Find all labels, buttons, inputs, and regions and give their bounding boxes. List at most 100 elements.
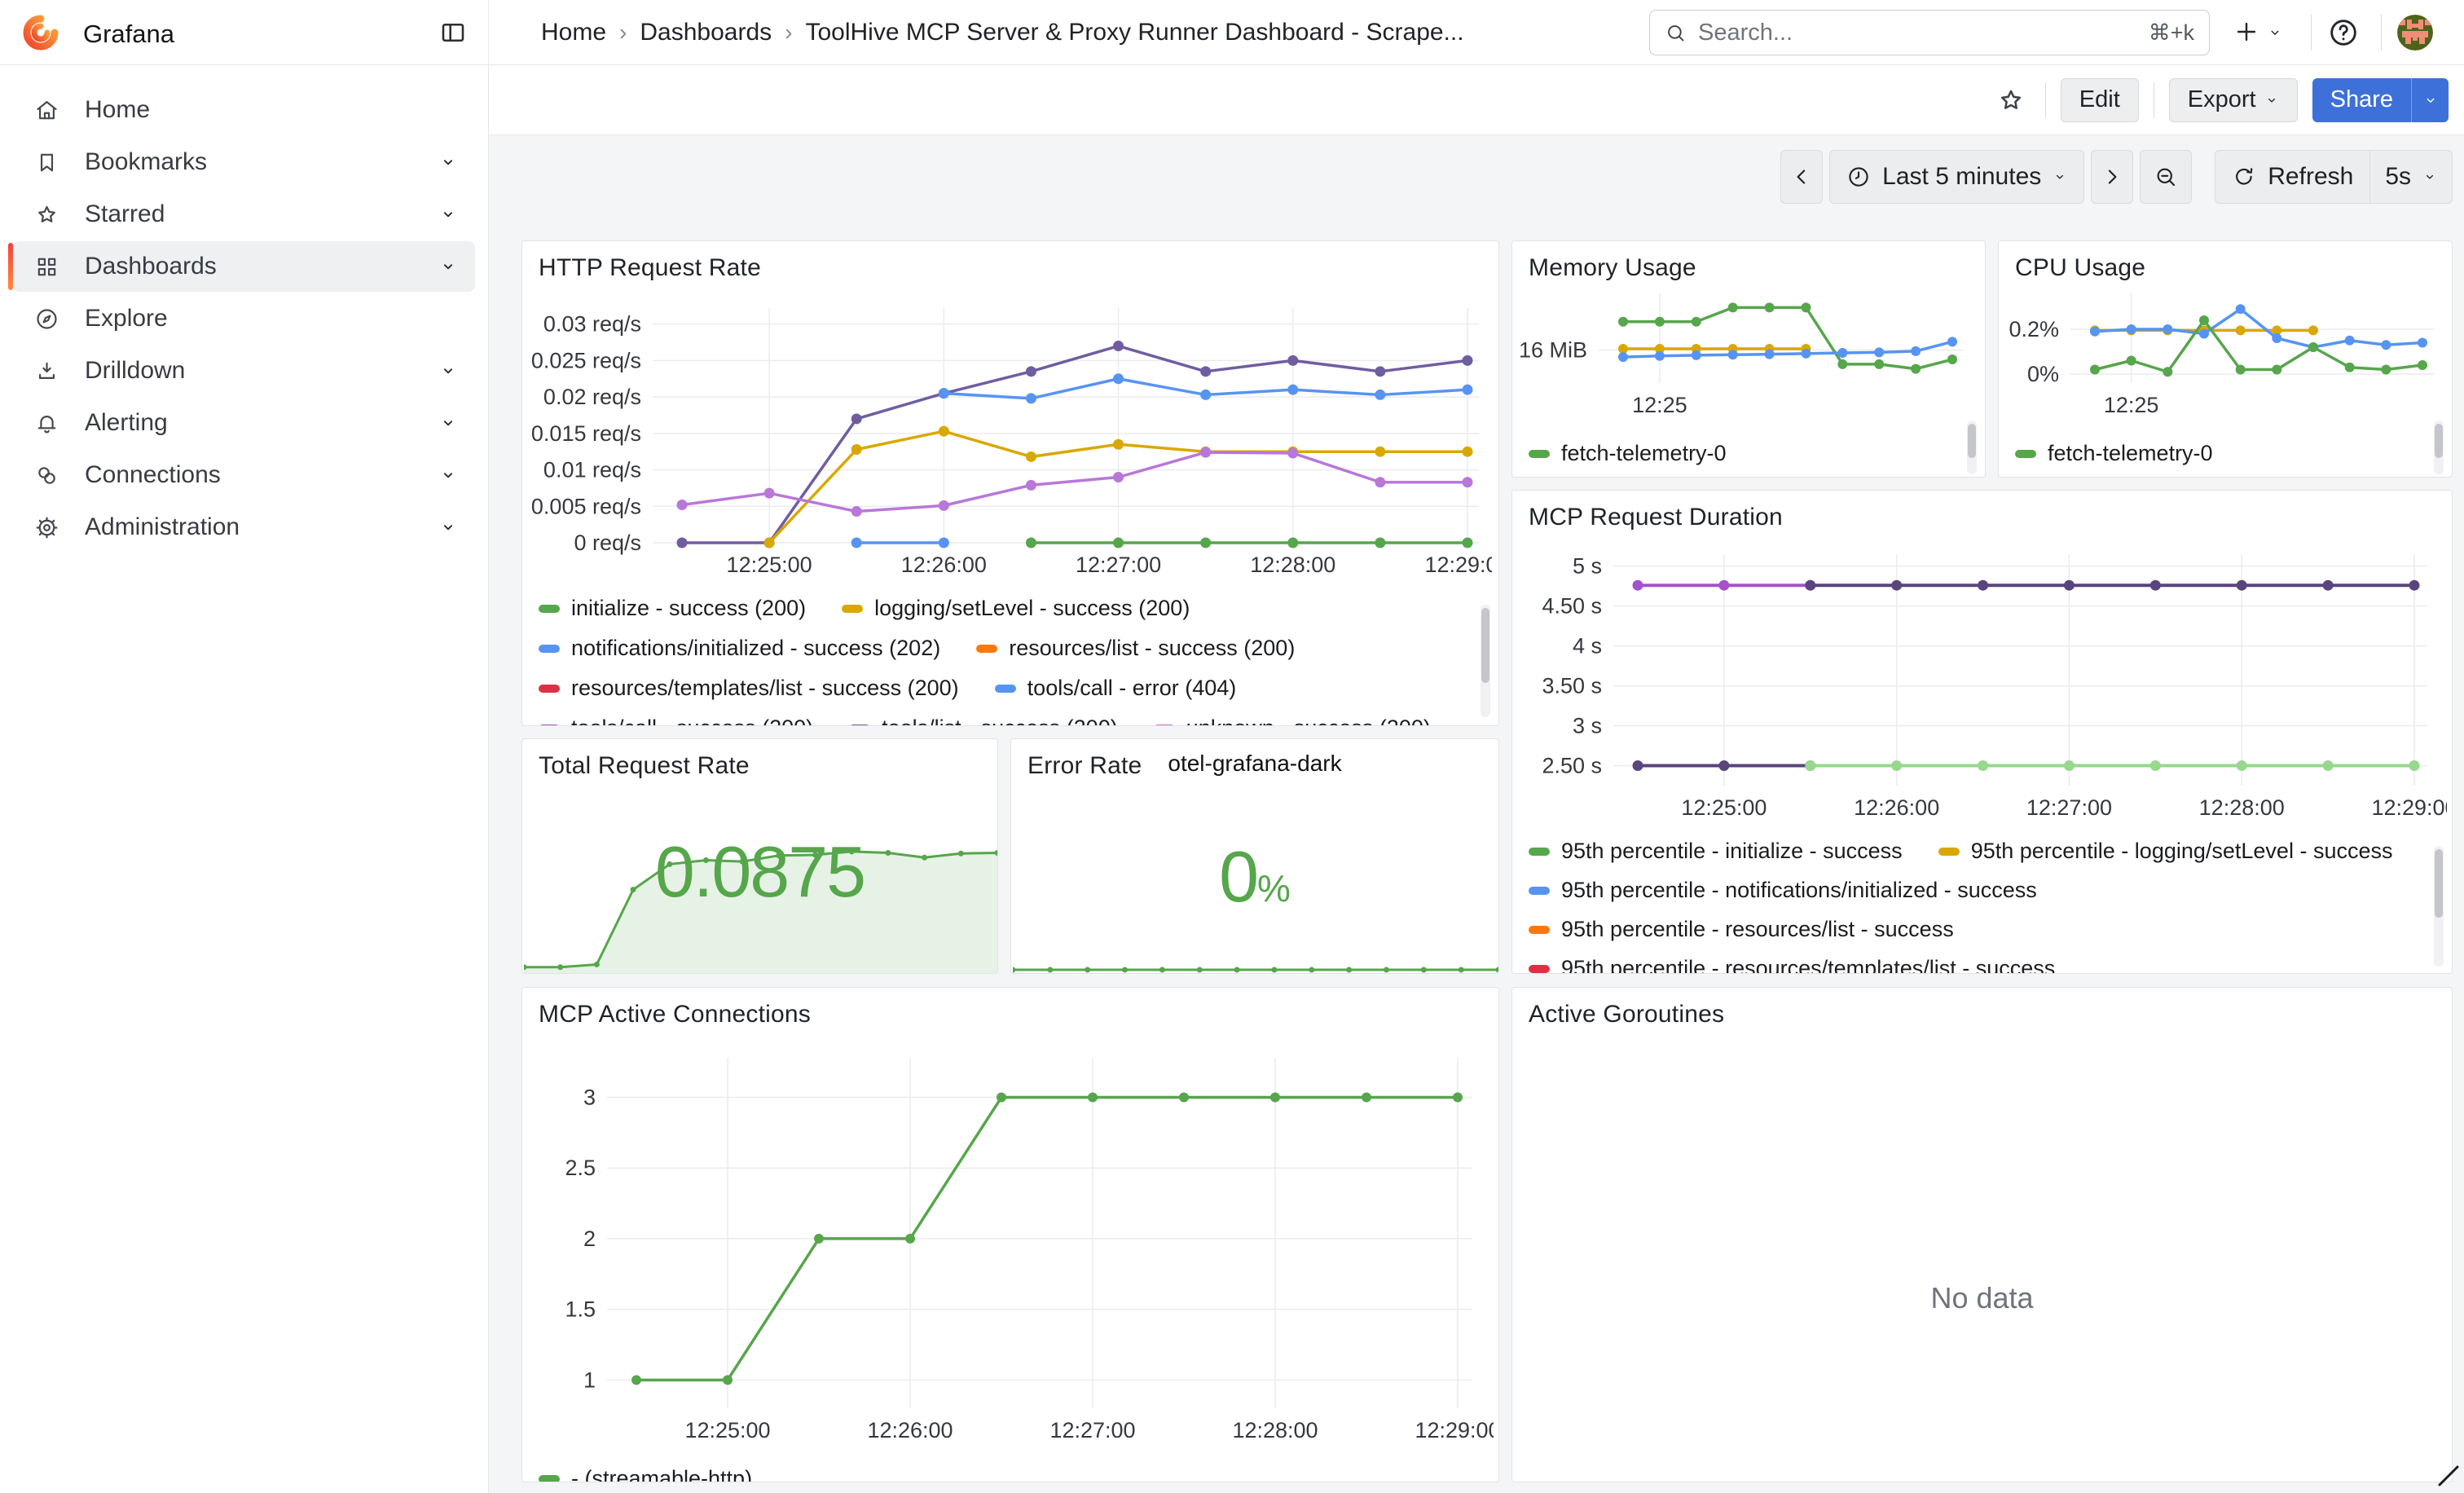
- legend-label: notifications/initialized - success (202…: [571, 636, 940, 661]
- legend-item[interactable]: 95th percentile - resources/templates/li…: [1529, 956, 2055, 974]
- legend-item[interactable]: tools/list - success (200): [849, 716, 1118, 726]
- legend-scrollbar-thumb[interactable]: [1481, 608, 1489, 683]
- sidebar-item-alerting[interactable]: Alerting: [13, 398, 475, 448]
- search-box[interactable]: ⌘+k: [1649, 10, 2210, 55]
- legend-scrollbar-thumb[interactable]: [2435, 849, 2443, 918]
- breadcrumb-item[interactable]: ToolHive MCP Server & Proxy Runner Dashb…: [805, 19, 1463, 46]
- chevron-down-icon[interactable]: [439, 153, 457, 171]
- legend-item[interactable]: 95th percentile - resources/list - succe…: [1529, 917, 1954, 942]
- legend-item[interactable]: tools/call - success (200): [539, 716, 813, 726]
- panel-http-request-rate: HTTP Request Rate 12:25:0012:26:0012:27:…: [521, 240, 1499, 726]
- sidebar-item-label: Drilldown: [85, 357, 185, 385]
- svg-text:12:27:00: 12:27:00: [1049, 1418, 1135, 1442]
- export-button[interactable]: Export: [2169, 78, 2298, 122]
- sidebar-item-connections[interactable]: Connections: [13, 450, 475, 500]
- share-chevron-segment[interactable]: [2411, 78, 2449, 122]
- dock-sidebar-icon[interactable]: [438, 18, 468, 47]
- memory-usage-chart[interactable]: 12:2516 MiB: [1517, 284, 1978, 414]
- legend-item[interactable]: initialize - success (200): [539, 597, 806, 621]
- add-chevron-down-icon[interactable]: [2267, 24, 2283, 41]
- time-back-button[interactable]: [1780, 150, 1823, 204]
- search-shortcut: ⌘+k: [2149, 20, 2194, 46]
- sidebar-item-home[interactable]: Home: [13, 85, 475, 135]
- legend-item[interactable]: 95th percentile - notifications/initiali…: [1529, 878, 2037, 903]
- zoom-out-button[interactable]: [2140, 150, 2192, 204]
- legend-item[interactable]: tools/call - error (404): [995, 676, 1237, 701]
- help-icon[interactable]: [2327, 16, 2360, 49]
- time-range-picker[interactable]: Last 5 minutes: [1829, 150, 2084, 204]
- svg-text:12:29:00: 12:29:00: [1415, 1418, 1494, 1442]
- panel-title[interactable]: CPU Usage: [2015, 254, 2145, 282]
- sidebar-item-administration[interactable]: Administration: [13, 502, 475, 553]
- refresh-group: Refresh 5s: [2215, 150, 2453, 204]
- header-divider: [2311, 15, 2312, 51]
- add-icon[interactable]: [2233, 18, 2260, 46]
- svg-text:5 s: 5 s: [1573, 554, 1602, 579]
- refresh-button[interactable]: Refresh: [2215, 150, 2370, 204]
- mcp-request-duration-chart[interactable]: 12:25:0012:26:0012:27:0012:28:0012:29:00…: [1519, 536, 2447, 826]
- legend-item[interactable]: resources/list - success (200): [976, 636, 1295, 661]
- user-avatar[interactable]: [2397, 15, 2433, 51]
- legend-scrollbar-thumb[interactable]: [1968, 424, 1976, 458]
- legend-label: resources/templates/list - success (200): [571, 676, 959, 701]
- legend-label: tools/list - success (200): [882, 716, 1118, 726]
- total-request-rate-value: 0.0875: [522, 830, 997, 914]
- panel-title[interactable]: MCP Request Duration: [1529, 504, 1783, 531]
- chevron-down-icon[interactable]: [439, 258, 457, 275]
- chevron-down-icon[interactable]: [439, 362, 457, 380]
- sidebar-item-label: Bookmarks: [85, 148, 207, 176]
- svg-text:12:26:00: 12:26:00: [1854, 795, 1939, 820]
- error-rate-sparkline[interactable]: [1013, 941, 1498, 973]
- sidebar-item-starred[interactable]: Starred: [13, 189, 475, 240]
- grafana-logo-icon[interactable]: [21, 13, 60, 52]
- legend-item[interactable]: 95th percentile - initialize - success: [1529, 839, 1903, 864]
- legend-swatch: [842, 605, 863, 613]
- legend-scrollbar-thumb[interactable]: [2435, 424, 2443, 458]
- sidebar-nav: Home Bookmarks StarredDashboardsExplore Dri…: [0, 65, 489, 1493]
- panel-title[interactable]: Active Goroutines: [1529, 1001, 1724, 1028]
- panel-title[interactable]: MCP Active Connections: [539, 1001, 811, 1028]
- legend-item[interactable]: fetch-telemetry-0: [2015, 442, 2213, 466]
- bell-icon: [34, 411, 59, 436]
- sidebar-item-dashboards[interactable]: Dashboards: [13, 241, 475, 292]
- no-data-message: No data: [1512, 1281, 2452, 1315]
- chevron-down-icon[interactable]: [439, 518, 457, 536]
- svg-text:0.03 req/s: 0.03 req/s: [543, 312, 641, 337]
- svg-text:1: 1: [583, 1367, 596, 1392]
- panel-title[interactable]: Total Request Rate: [539, 752, 750, 780]
- chevron-down-icon[interactable]: [439, 466, 457, 484]
- legend-item[interactable]: notifications/initialized - success (202…: [539, 636, 940, 661]
- panel-title[interactable]: Memory Usage: [1529, 254, 1696, 282]
- legend-item[interactable]: - (streamable-http): [539, 1467, 752, 1482]
- legend-item[interactable]: unknown - success (200): [1154, 716, 1431, 726]
- sidebar-item-bookmarks[interactable]: Bookmarks: [13, 137, 475, 187]
- time-forward-button[interactable]: [2091, 150, 2133, 204]
- breadcrumb-item[interactable]: Dashboards: [640, 19, 772, 46]
- chevron-left-icon: [1789, 165, 1814, 189]
- chevron-down-icon[interactable]: [439, 414, 457, 432]
- svg-text:12:26:00: 12:26:00: [901, 553, 987, 577]
- legend-item[interactable]: logging/setLevel - success (200): [842, 597, 1190, 621]
- sidebar-item-explore[interactable]: Explore: [13, 293, 475, 344]
- panel-title[interactable]: HTTP Request Rate: [539, 254, 761, 282]
- legend-item[interactable]: 95th percentile - logging/setLevel - suc…: [1938, 839, 2393, 864]
- panel-resize-handle[interactable]: [2435, 1462, 2461, 1488]
- panel-memory-usage: Memory Usage 12:2516 MiB fetch-telemetry…: [1511, 240, 1986, 478]
- share-button[interactable]: Share: [2312, 78, 2449, 122]
- search-input[interactable]: [1698, 20, 2137, 46]
- legend-item[interactable]: fetch-telemetry-0: [1529, 442, 1727, 466]
- sidebar-item-drilldown[interactable]: Drilldown: [13, 346, 475, 396]
- favorite-star-icon[interactable]: [1996, 86, 2026, 115]
- mcp-active-connections-chart[interactable]: 12:25:0012:26:0012:27:0012:28:0012:29:00…: [529, 1033, 1494, 1457]
- http-request-rate-chart[interactable]: 12:25:0012:26:0012:27:0012:28:0012:29:00…: [530, 295, 1492, 580]
- chevron-down-icon[interactable]: [439, 205, 457, 223]
- refresh-interval-button[interactable]: 5s: [2369, 150, 2453, 204]
- error-rate-value: 0%: [1011, 835, 1498, 918]
- breadcrumb-item[interactable]: Home: [541, 19, 606, 46]
- svg-text:12:28:00: 12:28:00: [1232, 1418, 1318, 1442]
- cpu-usage-chart[interactable]: 12:250.2%0%: [2002, 284, 2449, 414]
- legend-swatch: [539, 605, 560, 613]
- legend-row: fetch-telemetry-0: [1529, 442, 1952, 465]
- legend-item[interactable]: resources/templates/list - success (200): [539, 676, 959, 701]
- edit-button[interactable]: Edit: [2061, 78, 2139, 122]
